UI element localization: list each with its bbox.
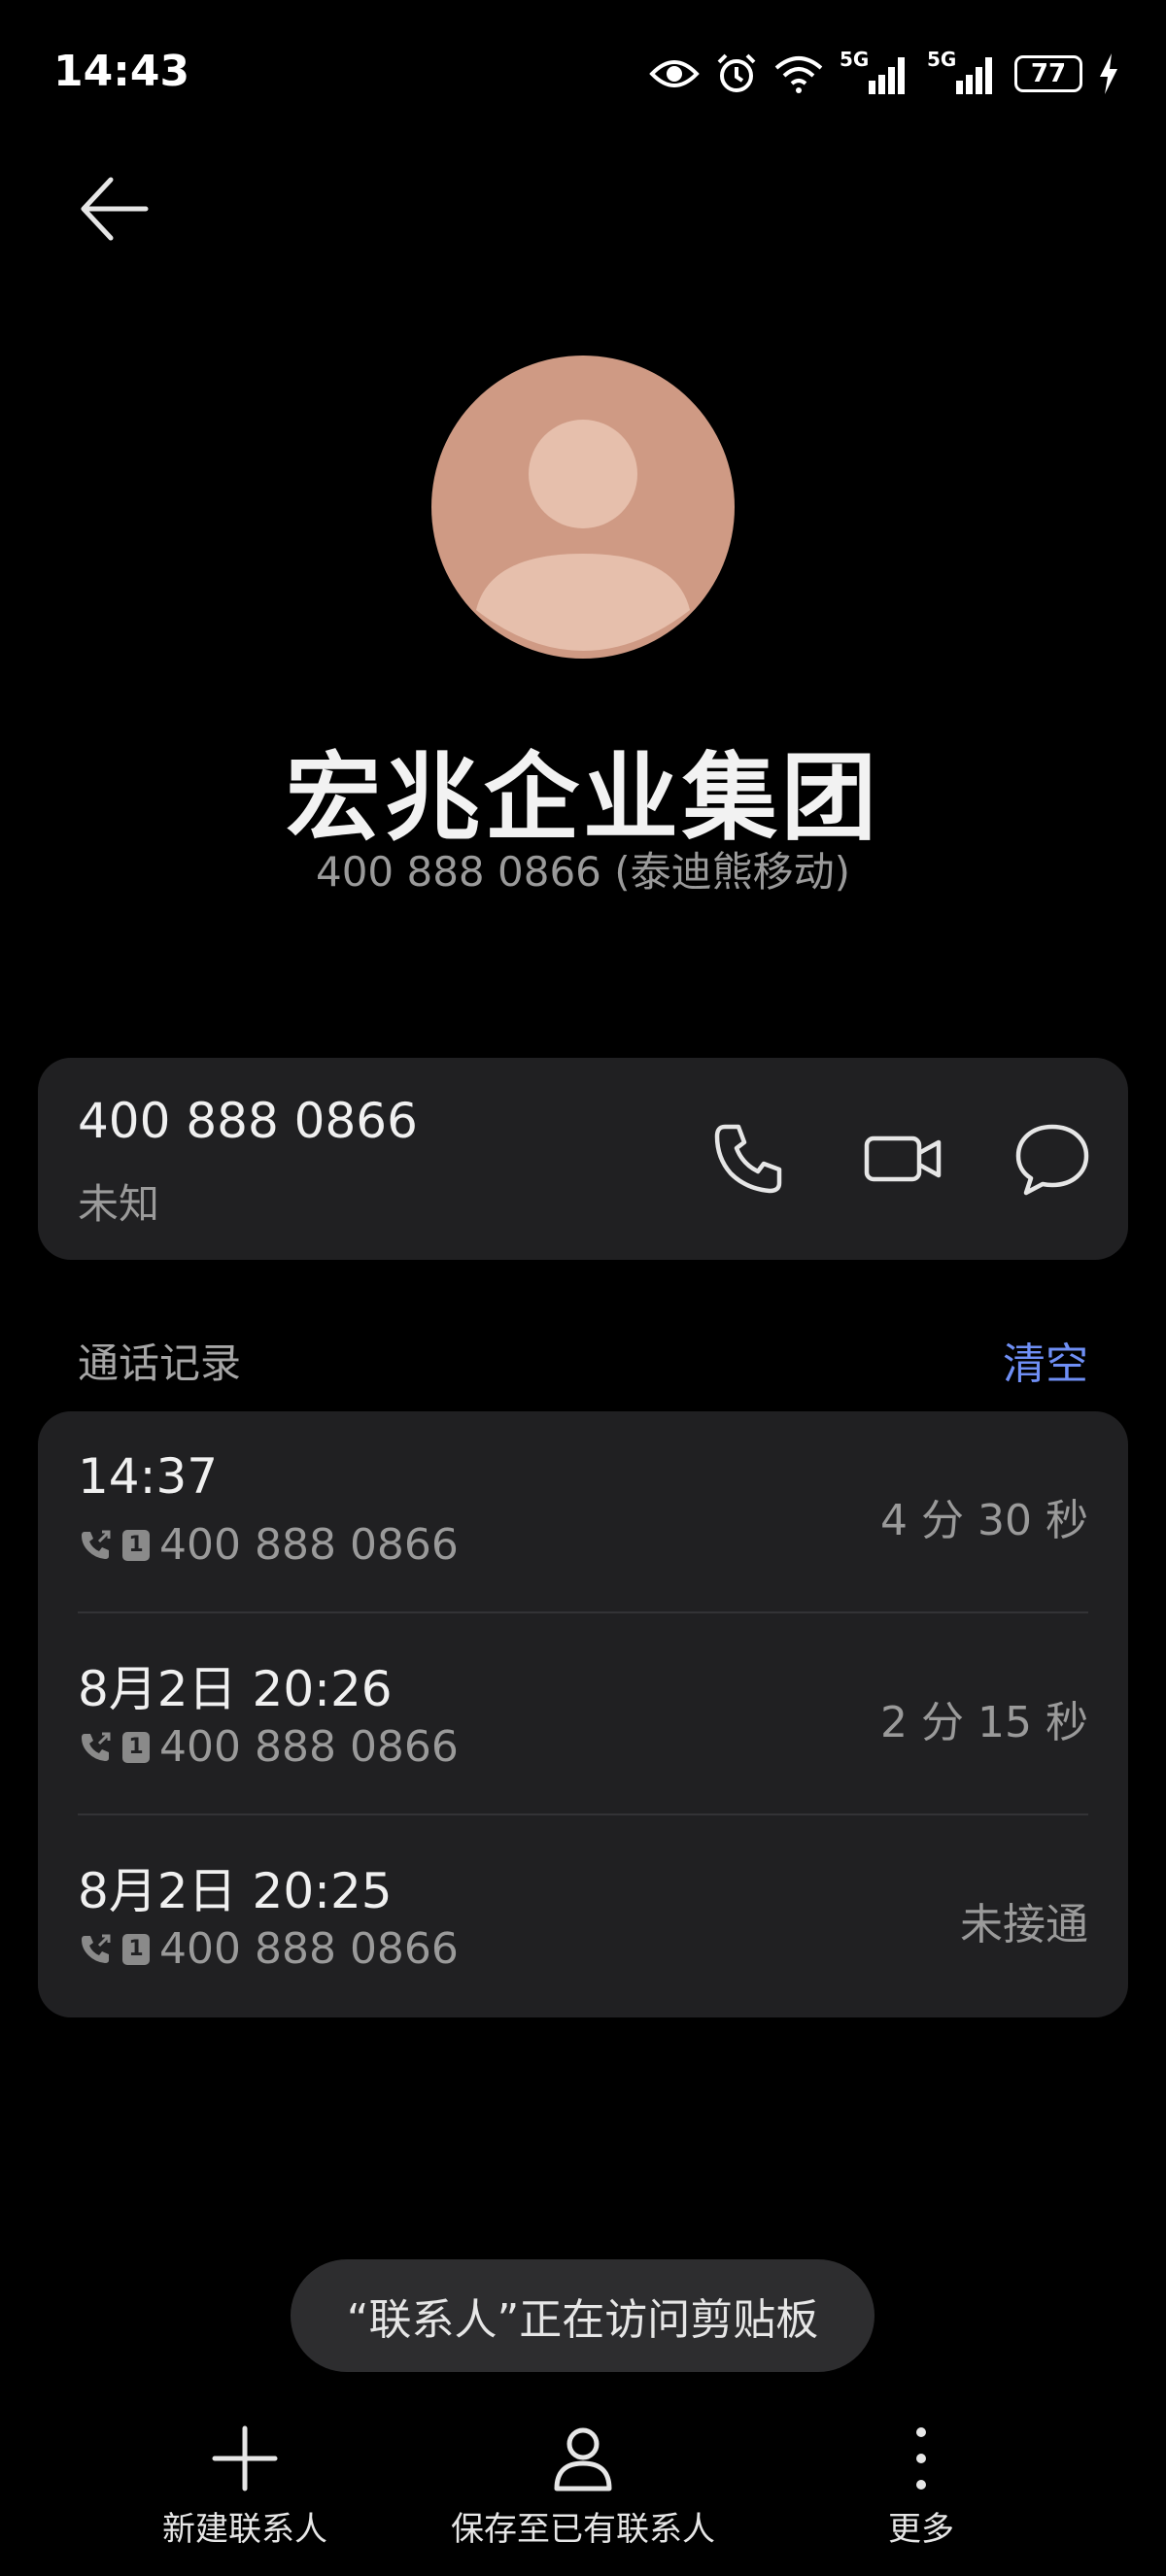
- sim-badge: 1: [122, 1731, 150, 1763]
- call-log-title: 通话记录: [78, 1339, 242, 1387]
- number-label: 未知: [78, 1180, 160, 1228]
- call-log-row[interactable]: 8月2日 20:25 1 400 888 0866 未接通: [38, 1815, 1128, 2017]
- charging-icon: [1100, 53, 1117, 94]
- sim-badge: 1: [122, 1529, 150, 1561]
- call-time: 14:37: [78, 1448, 219, 1505]
- call-number: 400 888 0866: [159, 1520, 459, 1570]
- new-contact-label: 新建联系人: [162, 2510, 327, 2549]
- call-number: 400 888 0866: [159, 1924, 459, 1974]
- more-label: 更多: [888, 2510, 954, 2549]
- wifi-icon: [774, 56, 823, 93]
- outgoing-call-icon: [82, 1530, 111, 1559]
- call-number: 400 888 0866: [159, 1722, 459, 1772]
- eye-icon: [649, 60, 700, 87]
- status-icons: 5G 5G 77: [649, 48, 1119, 99]
- save-to-existing-label: 保存至已有联系人: [451, 2510, 715, 2549]
- call-log-row[interactable]: 8月2日 20:26 1 400 888 0866 2 分 15 秒: [38, 1613, 1128, 1815]
- phone-call-icon[interactable]: [707, 1117, 791, 1201]
- call-duration: 2 分 15 秒: [880, 1698, 1088, 1747]
- signal-bars-icon: [956, 57, 992, 94]
- message-icon[interactable]: [1011, 1117, 1094, 1201]
- battery-icon: 77: [1014, 55, 1082, 92]
- call-number-line: 1 400 888 0866: [78, 1924, 459, 1974]
- call-time: 8月2日 20:26: [78, 1661, 393, 1717]
- battery-level: 77: [1030, 59, 1067, 88]
- signal-2: 5G: [927, 48, 999, 96]
- video-call-icon[interactable]: [861, 1117, 944, 1201]
- contact-name: 宏兆企业集团: [285, 743, 880, 854]
- save-to-existing-button[interactable]: 保存至已有联系人: [447, 2424, 719, 2550]
- call-number-line: 1 400 888 0866: [78, 1520, 459, 1570]
- back-arrow-icon[interactable]: [76, 170, 154, 248]
- person-icon: [476, 420, 690, 651]
- status-time: 14:43: [53, 47, 190, 96]
- contact-subtitle: 400 888 0866 (泰迪熊移动): [315, 848, 851, 896]
- clear-button[interactable]: 清空: [1003, 1329, 1088, 1391]
- call-duration: 未接通: [960, 1900, 1088, 1949]
- call-log-row[interactable]: 14:37 1 400 888 0866 4 分 30 秒: [38, 1411, 1128, 1613]
- outgoing-call-icon: [82, 1934, 111, 1963]
- number-card: [38, 1058, 1128, 1260]
- call-number-line: 1 400 888 0866: [78, 1722, 459, 1772]
- alarm-icon: [717, 53, 756, 92]
- person-outline-icon: [554, 2427, 612, 2491]
- sim-badge: 1: [122, 1933, 150, 1965]
- more-button[interactable]: 更多: [863, 2424, 979, 2550]
- new-contact-button[interactable]: 新建联系人: [162, 2424, 327, 2550]
- call-duration: 4 分 30 秒: [880, 1496, 1088, 1545]
- signal-1: 5G: [840, 48, 911, 96]
- more-vertical-icon: [916, 2427, 926, 2490]
- clipboard-toast: “联系人”正在访问剪贴板: [291, 2259, 874, 2372]
- plus-icon: [212, 2425, 278, 2491]
- call-time: 8月2日 20:25: [78, 1863, 393, 1919]
- avatar: [431, 356, 735, 659]
- phone-number[interactable]: 400 888 0866: [78, 1093, 418, 1149]
- signal-bars-icon: [869, 57, 905, 94]
- outgoing-call-icon: [82, 1732, 111, 1761]
